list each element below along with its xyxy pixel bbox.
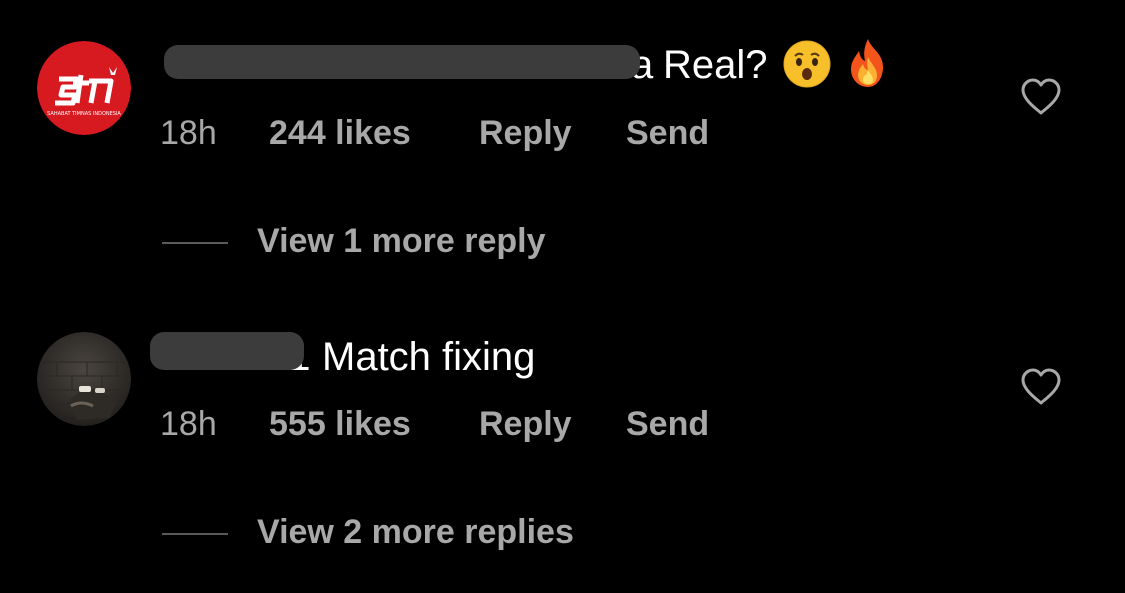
avatar[interactable]: SAHABAT TIMNAS INDONESIA bbox=[37, 41, 131, 135]
likes-count[interactable]: 555 likes bbox=[269, 407, 411, 441]
svg-text:SAHABAT TIMNAS INDONESIA: SAHABAT TIMNAS INDONESIA bbox=[47, 111, 121, 117]
thread-divider bbox=[162, 242, 228, 244]
like-heart-icon[interactable] bbox=[1020, 78, 1062, 116]
send-button[interactable]: Send bbox=[626, 407, 709, 441]
comment-time: 18h bbox=[160, 405, 217, 443]
view-replies-label[interactable]: View 2 more replies bbox=[257, 515, 574, 549]
comment-1: SAHABAT TIMNAS INDONESIA a Real? 18h 244… bbox=[0, 0, 1125, 290]
comment-2: 21 Match fixing 18h 555 likes Reply Send… bbox=[0, 300, 1125, 593]
avatar[interactable] bbox=[37, 332, 131, 426]
like-heart-icon[interactable] bbox=[1020, 368, 1062, 406]
fire-icon bbox=[843, 37, 893, 96]
reply-button[interactable]: Reply bbox=[479, 116, 572, 150]
send-button[interactable]: Send bbox=[626, 116, 709, 150]
view-replies-label[interactable]: View 1 more reply bbox=[257, 224, 546, 258]
astonished-face-icon bbox=[782, 39, 832, 96]
redacted-username bbox=[164, 45, 640, 79]
comment-text: Real? bbox=[663, 43, 768, 87]
comment-time: 18h bbox=[160, 114, 217, 152]
thread-divider bbox=[162, 533, 228, 535]
comment-text: Match fixing bbox=[322, 335, 536, 379]
reply-button[interactable]: Reply bbox=[479, 407, 572, 441]
view-more-replies[interactable]: View 1 more reply bbox=[160, 222, 760, 262]
view-more-replies[interactable]: View 2 more replies bbox=[160, 513, 760, 553]
likes-count[interactable]: 244 likes bbox=[269, 116, 411, 150]
redacted-username bbox=[150, 332, 304, 370]
